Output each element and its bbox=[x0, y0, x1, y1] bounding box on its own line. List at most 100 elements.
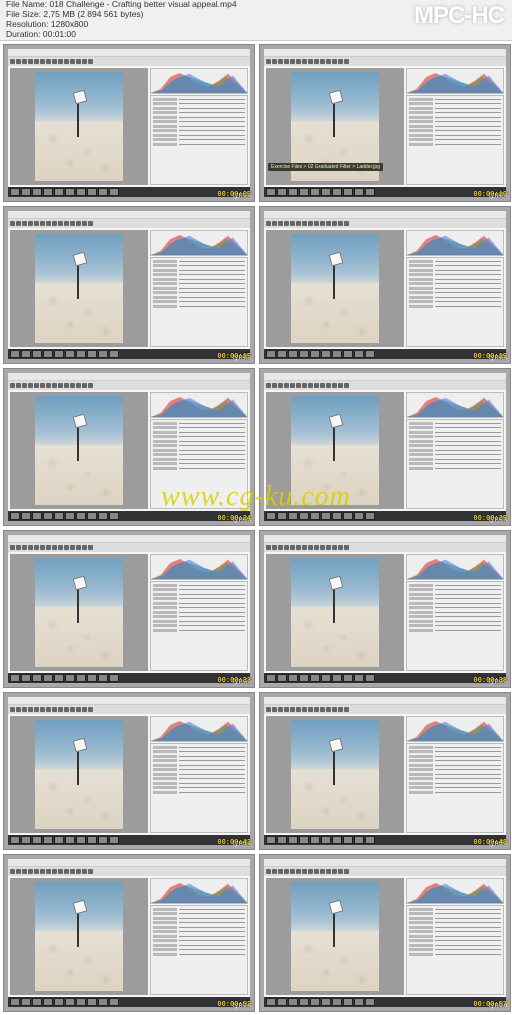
filmstrip-frame[interactable] bbox=[354, 836, 364, 844]
slider-row[interactable] bbox=[409, 772, 501, 776]
slider-row[interactable] bbox=[409, 943, 501, 947]
slider-row[interactable] bbox=[153, 943, 245, 947]
tool-icon[interactable] bbox=[284, 59, 289, 64]
tool-icon[interactable] bbox=[332, 869, 337, 874]
slider-track[interactable] bbox=[179, 463, 245, 464]
menubar[interactable] bbox=[264, 697, 506, 705]
toolbar[interactable] bbox=[264, 705, 506, 714]
tool-icon[interactable] bbox=[22, 869, 27, 874]
slider-row[interactable] bbox=[409, 304, 501, 308]
slider-track[interactable] bbox=[179, 297, 245, 298]
slider-row[interactable] bbox=[409, 777, 501, 781]
filmstrip-frame[interactable] bbox=[288, 836, 298, 844]
tool-icon[interactable] bbox=[290, 221, 295, 226]
slider-row[interactable] bbox=[409, 120, 501, 124]
slider-track[interactable] bbox=[435, 450, 501, 451]
slider-row[interactable] bbox=[409, 750, 501, 754]
slider-track[interactable] bbox=[435, 99, 501, 100]
tool-icon[interactable] bbox=[46, 707, 51, 712]
tool-icon[interactable] bbox=[82, 59, 87, 64]
slider-track[interactable] bbox=[435, 274, 501, 275]
tool-icon[interactable] bbox=[16, 707, 21, 712]
tool-icon[interactable] bbox=[58, 221, 63, 226]
tool-icon[interactable] bbox=[40, 383, 45, 388]
slider-row[interactable] bbox=[153, 772, 245, 776]
basic-panel[interactable] bbox=[406, 743, 504, 833]
filmstrip-frame[interactable] bbox=[76, 998, 86, 1006]
slider-track[interactable] bbox=[435, 630, 501, 631]
tool-icon[interactable] bbox=[344, 59, 349, 64]
basic-panel[interactable] bbox=[150, 95, 248, 185]
tool-icon[interactable] bbox=[64, 383, 69, 388]
slider-track[interactable] bbox=[179, 630, 245, 631]
tool-icon[interactable] bbox=[308, 707, 313, 712]
filmstrip-frame[interactable] bbox=[21, 998, 31, 1006]
filmstrip-frame[interactable] bbox=[310, 998, 320, 1006]
slider-track[interactable] bbox=[179, 945, 245, 946]
slider-track[interactable] bbox=[179, 121, 245, 122]
filmstrip-frame[interactable] bbox=[299, 350, 309, 358]
filmstrip-frame[interactable] bbox=[109, 512, 119, 520]
slider-track[interactable] bbox=[179, 927, 245, 928]
slider-row[interactable] bbox=[409, 916, 501, 920]
menubar[interactable] bbox=[8, 49, 250, 57]
slider-track[interactable] bbox=[435, 445, 501, 446]
filmstrip-frame[interactable] bbox=[365, 836, 375, 844]
filmstrip-frame[interactable] bbox=[87, 350, 97, 358]
slider-row[interactable] bbox=[409, 597, 501, 601]
slider-row[interactable] bbox=[153, 588, 245, 592]
slider-track[interactable] bbox=[435, 585, 501, 586]
tool-icon[interactable] bbox=[314, 59, 319, 64]
filmstrip-frame[interactable] bbox=[54, 350, 64, 358]
slider-track[interactable] bbox=[179, 760, 245, 761]
filmstrip-frame[interactable] bbox=[288, 512, 298, 520]
tool-icon[interactable] bbox=[34, 59, 39, 64]
filmstrip-frame[interactable] bbox=[43, 674, 53, 682]
filmstrip-frame[interactable] bbox=[343, 674, 353, 682]
slider-track[interactable] bbox=[179, 787, 245, 788]
tool-icon[interactable] bbox=[272, 383, 277, 388]
slider-row[interactable] bbox=[153, 295, 245, 299]
slider-row[interactable] bbox=[153, 286, 245, 290]
slider-row[interactable] bbox=[153, 628, 245, 632]
slider-row[interactable] bbox=[153, 138, 245, 142]
histogram-panel[interactable] bbox=[150, 878, 248, 904]
tool-icon[interactable] bbox=[338, 383, 343, 388]
tool-icon[interactable] bbox=[338, 221, 343, 226]
slider-row[interactable] bbox=[153, 462, 245, 466]
filmstrip-frame[interactable] bbox=[87, 188, 97, 196]
filmstrip-frame[interactable] bbox=[277, 512, 287, 520]
filmstrip-frame[interactable] bbox=[332, 836, 342, 844]
slider-row[interactable] bbox=[409, 754, 501, 758]
slider-row[interactable] bbox=[409, 781, 501, 785]
slider-track[interactable] bbox=[435, 292, 501, 293]
histogram-panel[interactable] bbox=[406, 68, 504, 94]
tool-icon[interactable] bbox=[266, 545, 271, 550]
slider-row[interactable] bbox=[153, 300, 245, 304]
filmstrip-frame[interactable] bbox=[266, 350, 276, 358]
tool-icon[interactable] bbox=[344, 383, 349, 388]
tool-icon[interactable] bbox=[308, 221, 313, 226]
tool-icon[interactable] bbox=[70, 545, 75, 550]
slider-track[interactable] bbox=[435, 625, 501, 626]
tool-icon[interactable] bbox=[284, 707, 289, 712]
slider-track[interactable] bbox=[435, 463, 501, 464]
slider-row[interactable] bbox=[409, 439, 501, 443]
slider-track[interactable] bbox=[179, 454, 245, 455]
tool-icon[interactable] bbox=[52, 869, 57, 874]
slider-row[interactable] bbox=[153, 421, 245, 425]
slider-row[interactable] bbox=[409, 759, 501, 763]
filmstrip-frame[interactable] bbox=[43, 188, 53, 196]
tool-icon[interactable] bbox=[266, 869, 271, 874]
tool-icon[interactable] bbox=[28, 545, 33, 550]
tool-icon[interactable] bbox=[22, 383, 27, 388]
filmstrip-frame[interactable] bbox=[98, 998, 108, 1006]
tool-icon[interactable] bbox=[58, 545, 63, 550]
slider-track[interactable] bbox=[179, 936, 245, 937]
tool-icon[interactable] bbox=[302, 545, 307, 550]
filmstrip-frame[interactable] bbox=[277, 836, 287, 844]
filmstrip-frame[interactable] bbox=[21, 512, 31, 520]
tool-icon[interactable] bbox=[10, 221, 15, 226]
slider-track[interactable] bbox=[179, 306, 245, 307]
slider-row[interactable] bbox=[153, 426, 245, 430]
